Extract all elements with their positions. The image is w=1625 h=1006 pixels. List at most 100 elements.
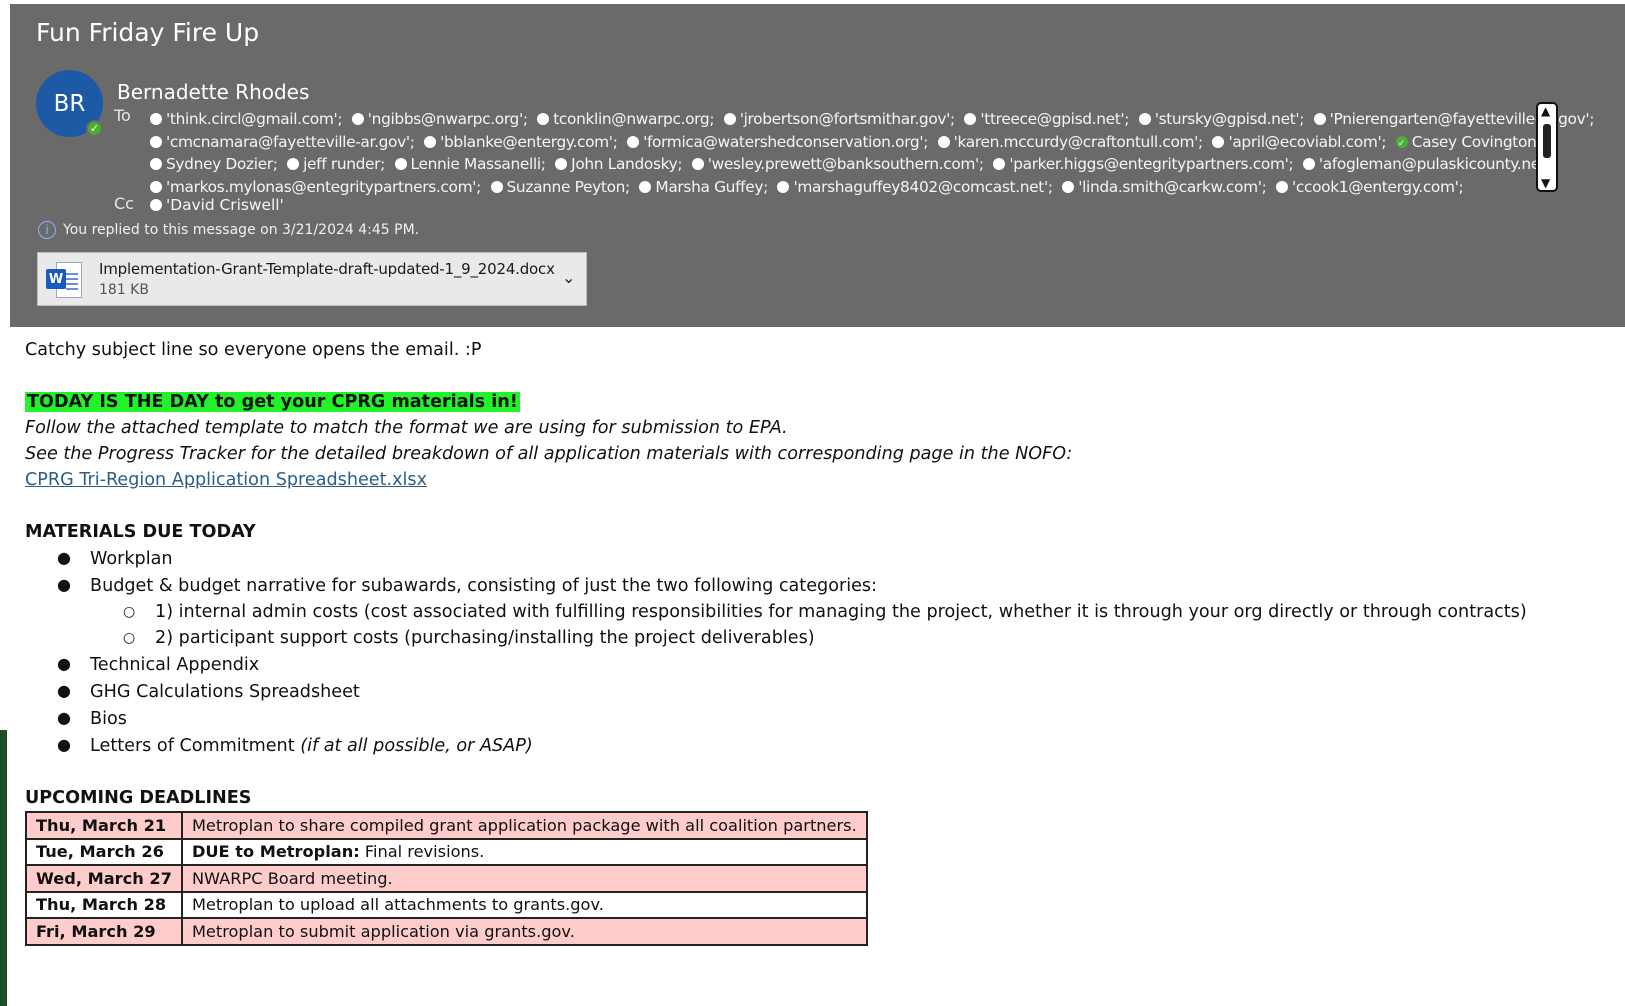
materials-heading: MATERIALS DUE TODAY	[25, 522, 256, 542]
spreadsheet-link[interactable]: CPRG Tri-Region Application Spreadsheet.…	[25, 470, 427, 490]
recipient-line: 'markos.mylonas@entegritypartners.com'; …	[150, 176, 1590, 199]
bullet-icon: ●	[57, 735, 71, 754]
contact-status-icon	[537, 113, 550, 125]
contact-status-icon	[150, 135, 162, 148]
recipient[interactable]: 'ttreece@gpisd.net';	[964, 110, 1129, 128]
highlighted-text: TODAY IS THE DAY to get your CPRG materi…	[25, 392, 520, 412]
deadline-text: DUE to Metroplan: Final revisions.	[180, 837, 868, 866]
recipient[interactable]: tconklin@nwarpc.org;	[537, 110, 715, 128]
recipient[interactable]: 'cmcnamara@fayetteville-ar.gov';	[150, 133, 415, 151]
scroll-thumb[interactable]	[1543, 124, 1551, 158]
contact-status-icon	[1302, 158, 1315, 171]
recipient-line: Sydney Dozier; jeff runder; Lennie Massa…	[150, 153, 1590, 176]
recipient[interactable]: 'stursky@gpisd.net';	[1138, 110, 1304, 128]
contact-status-icon	[150, 180, 162, 193]
recipient[interactable]: 'ccook1@entergy.com';	[1275, 178, 1464, 196]
contact-status-icon	[937, 135, 950, 148]
circle-bullet-icon: ○	[123, 604, 136, 620]
contact-status-icon	[691, 158, 704, 171]
to-recipients: 'think.circl@gmail.com'; 'ngibbs@nwarpc.…	[150, 108, 1594, 199]
recipients-scrollbar[interactable]: ▲ ▼	[1536, 102, 1558, 192]
attachment-card[interactable]: W Implementation-Grant-Template-draft-up…	[37, 252, 587, 306]
intro-text: Catchy subject line so everyone opens th…	[25, 340, 482, 360]
presence-check-icon: ✓	[86, 120, 103, 137]
recipient[interactable]: Sydney Dozier;	[150, 155, 278, 173]
recipient[interactable]: 'linda.smith@carkw.com';	[1062, 178, 1267, 196]
sub-list-item: 2) participant support costs (purchasing…	[155, 628, 815, 648]
contact-status-icon	[150, 158, 162, 171]
recipient[interactable]: Suzanne Peyton;	[490, 178, 630, 196]
instruction-tracker: See the Progress Tracker for the detaile…	[25, 444, 1073, 464]
bullet-icon: ●	[57, 548, 71, 567]
deadlines-table: Thu, March 21 Metroplan to share compile…	[25, 811, 868, 946]
deadline-date: Wed, March 27	[25, 864, 183, 893]
contact-available-icon	[1395, 133, 1408, 155]
bullet-icon: ●	[57, 708, 71, 727]
table-row: Wed, March 27 NWARPC Board meeting.	[25, 864, 868, 893]
recipient[interactable]: 'marshaguffey8402@comcast.net';	[777, 178, 1053, 196]
recipient[interactable]: 'ngibbs@nwarpc.org';	[351, 110, 528, 128]
list-item: GHG Calculations Spreadsheet	[90, 682, 360, 702]
recipient[interactable]: 'think.circl@gmail.com';	[150, 110, 343, 128]
recipient[interactable]: jeff runder;	[287, 155, 385, 173]
contact-status-icon	[777, 180, 790, 193]
recipient[interactable]: 'David Criswell'	[150, 196, 284, 214]
deadline-date: Thu, March 21	[25, 811, 183, 840]
recipient[interactable]: 'jrobertson@fortsmithar.gov';	[723, 110, 955, 128]
cc-label: Cc	[114, 194, 134, 213]
recipient[interactable]: 'afogleman@pulaskicounty.net';	[1302, 155, 1555, 173]
contact-status-icon	[723, 113, 736, 125]
deadline-text: Metroplan to submit application via gran…	[180, 917, 868, 946]
list-item: Budget & budget narrative for subawards,…	[90, 576, 878, 596]
recipient[interactable]: 'markos.mylonas@entegritypartners.com';	[150, 178, 481, 196]
recipient[interactable]: 'parker.higgs@entegritypartners.com';	[993, 155, 1294, 173]
contact-status-icon	[150, 199, 162, 211]
contact-status-icon	[1062, 180, 1075, 193]
table-row: Thu, March 21 Metroplan to share compile…	[25, 811, 868, 840]
bullet-icon: ●	[57, 575, 71, 594]
recipient[interactable]: 'karen.mccurdy@craftontull.com';	[937, 133, 1203, 151]
deadline-text: Metroplan to upload all attachments to g…	[180, 890, 868, 919]
instruction-template: Follow the attached template to match th…	[25, 418, 788, 438]
list-item: Technical Appendix	[90, 655, 260, 675]
bullet-icon: ●	[57, 681, 71, 700]
table-row: Thu, March 28 Metroplan to upload all at…	[25, 890, 868, 919]
deadline-text: NWARPC Board meeting.	[180, 864, 868, 893]
sender-name[interactable]: Bernadette Rhodes	[117, 80, 309, 104]
contact-status-icon	[424, 135, 437, 148]
attachment-size: 181 KB	[99, 282, 149, 298]
contact-status-icon	[490, 180, 503, 193]
contact-status-icon	[287, 158, 300, 171]
contact-status-icon	[150, 113, 162, 125]
reply-info-bar: i You replied to this message on 3/21/20…	[38, 221, 419, 239]
recipient[interactable]: John Landosky;	[555, 155, 683, 173]
recipient[interactable]: Marsha Guffey;	[639, 178, 768, 196]
list-item: Workplan	[90, 549, 173, 569]
scroll-down-icon[interactable]: ▼	[1541, 176, 1550, 190]
word-document-icon: W	[46, 262, 82, 298]
contact-status-icon	[394, 158, 407, 171]
recipient[interactable]: 'bblanke@entergy.com';	[424, 133, 618, 151]
deadline-text: Metroplan to share compiled grant applic…	[180, 811, 868, 840]
scroll-up-icon[interactable]: ▲	[1541, 104, 1550, 118]
bullet-icon: ●	[57, 654, 71, 673]
recipient-line: 'think.circl@gmail.com'; 'ngibbs@nwarpc.…	[150, 108, 1594, 131]
contact-status-icon	[1212, 135, 1225, 148]
list-item: Bios	[90, 709, 127, 729]
recipient[interactable]: Casey Covington;	[1395, 133, 1542, 155]
recipient[interactable]: 'wesley.prewett@banksouthern.com';	[691, 155, 984, 173]
recipient[interactable]: Lennie Massanelli;	[394, 155, 546, 173]
deadline-date: Fri, March 29	[25, 917, 183, 946]
deadline-date: Tue, March 26	[25, 837, 183, 866]
contact-status-icon	[993, 158, 1006, 171]
info-icon: i	[38, 221, 56, 239]
contact-status-icon	[964, 113, 977, 125]
recipient[interactable]: 'april@ecoviabl.com';	[1212, 133, 1387, 151]
sub-list-item: 1) internal admin costs (cost associated…	[155, 602, 1527, 622]
recipient[interactable]: 'formica@watershedconservation.org';	[627, 133, 928, 151]
chevron-down-icon[interactable]: ⌄	[562, 268, 575, 287]
contact-status-icon	[555, 158, 568, 171]
attachment-name: Implementation-Grant-Template-draft-upda…	[99, 260, 555, 278]
contact-status-icon	[1138, 113, 1151, 125]
cc-recipients: 'David Criswell'	[150, 196, 289, 214]
